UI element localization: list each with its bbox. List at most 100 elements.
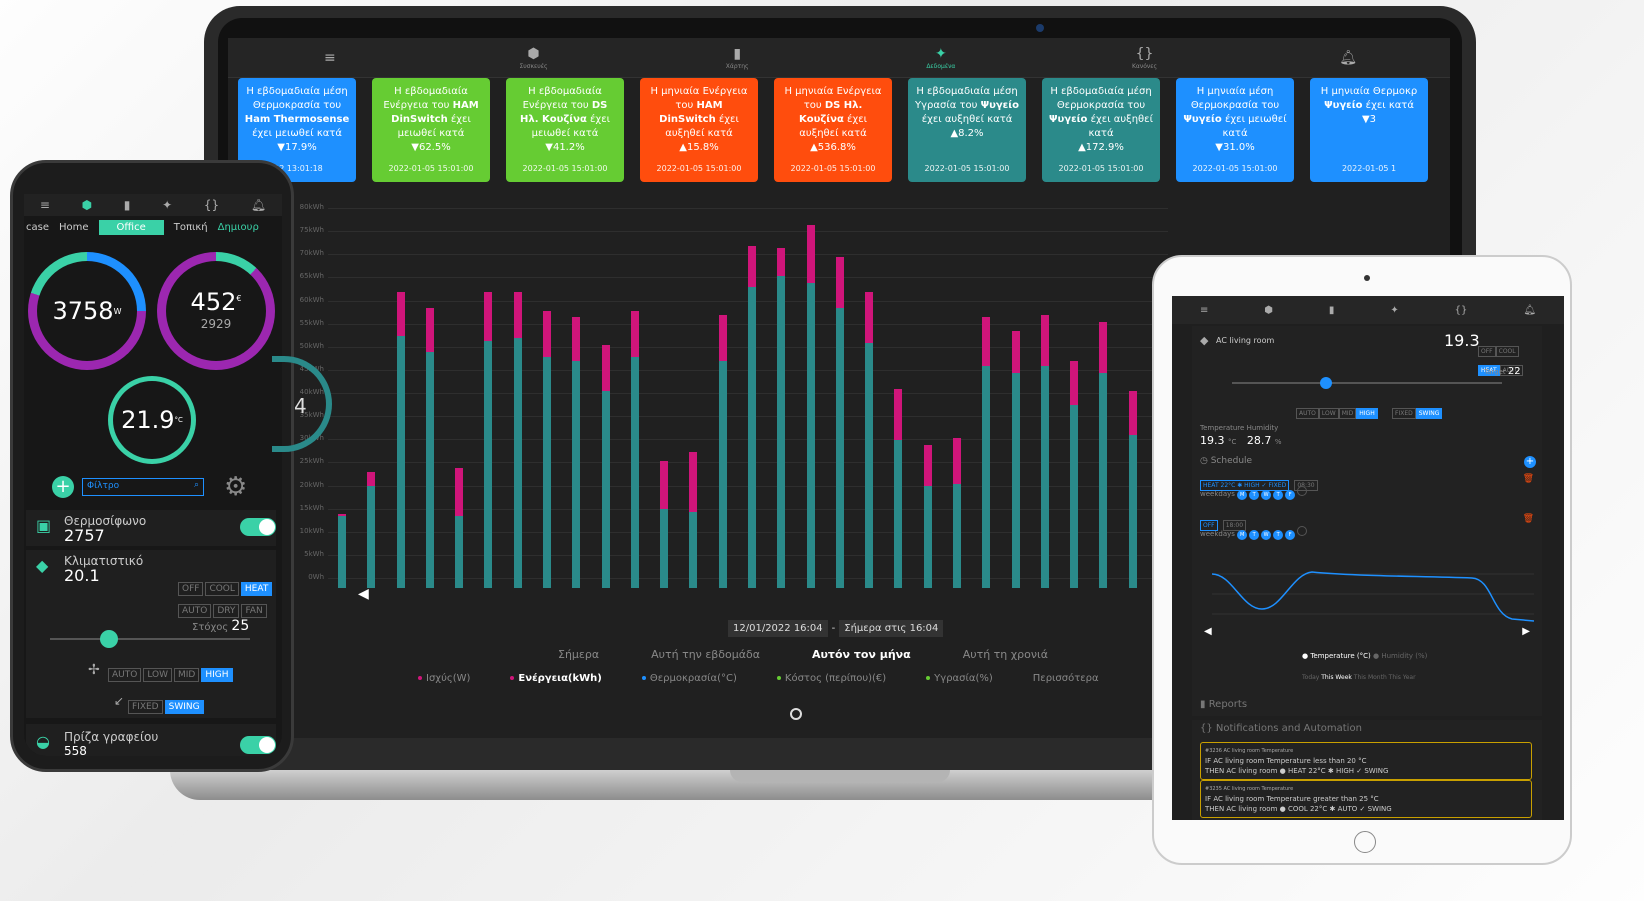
mode-button-dry[interactable]: DRY	[213, 604, 240, 618]
gear-icon[interactable]: ⚙	[224, 472, 247, 502]
chart-bar[interactable]	[982, 317, 991, 588]
target-slider[interactable]	[50, 630, 250, 648]
mode-button-low[interactable]: LOW	[143, 668, 173, 682]
cube-icon[interactable]: ⬢	[1264, 305, 1273, 316]
map-icon[interactable]: ▮	[1329, 305, 1335, 316]
bell-icon[interactable]: 🔔︎	[1523, 305, 1536, 316]
alert-card[interactable]: Η μηνιαία μέση Θερμοκρασία του Ψυγείο έχ…	[1176, 78, 1294, 182]
alert-card[interactable]: Η εβδομαδιαία Ενέργεια του HAM DinSwitch…	[372, 78, 490, 182]
chart-bar[interactable]	[777, 248, 786, 588]
nav-item-bell[interactable]: 🔔︎	[1246, 38, 1450, 77]
chart-bar[interactable]	[455, 467, 464, 588]
chart-bar[interactable]	[689, 451, 698, 588]
button-cool[interactable]: COOL	[1495, 346, 1519, 357]
date-range[interactable]: 12/01/2022 16:04 - Σήμερα στις 16:04	[728, 620, 944, 637]
legend-item[interactable]: ● Temperature (°C)	[1302, 652, 1373, 660]
chart-bar[interactable]	[1070, 361, 1079, 588]
chart-bar[interactable]	[425, 308, 434, 588]
mode-button-fixed[interactable]: FIXED	[128, 700, 163, 714]
chart-prev-arrow[interactable]: ◀	[358, 586, 369, 602]
chart-bar[interactable]	[396, 292, 405, 588]
nav-item-map[interactable]: ▮ Χάρτης	[635, 38, 839, 77]
data-icon[interactable]: ✦	[1390, 305, 1398, 316]
chart-bar[interactable]	[894, 389, 903, 588]
button-fixed[interactable]: FIXED	[1392, 408, 1416, 419]
legend-item[interactable]: Ενέργεια(kWh)	[510, 673, 602, 684]
mode-button-fan[interactable]: FAN	[241, 604, 267, 618]
device1-toggle[interactable]	[240, 518, 276, 536]
button-mid[interactable]: MID	[1338, 408, 1357, 419]
data-icon[interactable]: ✦	[162, 198, 172, 212]
tablet-home-button[interactable]	[1354, 831, 1376, 853]
chart-bar[interactable]	[953, 437, 961, 588]
rules-icon[interactable]: {}	[204, 198, 219, 212]
nav-item-menu[interactable]: ≡	[228, 38, 432, 77]
chart-bar[interactable]	[572, 317, 581, 588]
chart-bar[interactable]	[806, 224, 815, 588]
cube-icon[interactable]: ⬢	[82, 198, 92, 212]
reports-label[interactable]: Reports	[1209, 699, 1247, 710]
mode-button-off[interactable]: OFF	[178, 582, 204, 596]
button-high[interactable]: HIGH	[1356, 408, 1378, 419]
alert-card[interactable]: Η μηνιαία Ενέργεια του HAM DinSwitch έχε…	[640, 78, 758, 182]
device3-toggle[interactable]	[240, 736, 276, 754]
alert-card[interactable]: Η εβδομαδιαία μέση Υγρασία του Ψυγείο έχ…	[908, 78, 1026, 182]
target-slider-handle[interactable]	[100, 630, 118, 648]
sched2-days[interactable]: weekdays	[1200, 530, 1235, 538]
period-tab[interactable]: This Year	[1389, 674, 1416, 681]
notification-rule[interactable]: #3236 AC living room Temperature IF AC l…	[1200, 742, 1532, 780]
alert-card[interactable]: Η μηνιαία Ενέργεια του DS Ηλ. Κουζίνα έχ…	[774, 78, 892, 182]
period-tab[interactable]: Αυτόν τον μήνα	[812, 648, 911, 661]
chart-bar[interactable]	[484, 292, 493, 588]
sched1-days[interactable]: weekdays	[1200, 490, 1235, 498]
power-button-icon[interactable]	[790, 708, 802, 720]
button-swing[interactable]: SWING	[1415, 408, 1443, 419]
legend-item[interactable]: ● Humidity (%)	[1373, 652, 1427, 660]
legend-item[interactable]: Περισσότερα	[1033, 673, 1099, 684]
device-row-plug[interactable]: ◒ Πρίζα γραφείου 558	[26, 724, 276, 756]
bell-icon[interactable]: 🔔︎	[251, 198, 266, 212]
phone-tab[interactable]: Office	[98, 219, 164, 235]
legend-item[interactable]: Υγρασία(%)	[926, 673, 993, 684]
menu-icon[interactable]: ≡	[40, 198, 50, 212]
mode-button-swing[interactable]: SWING	[164, 700, 204, 714]
chart-prev-arrow[interactable]: ◀	[1204, 626, 1212, 637]
add-icon[interactable]: +	[52, 476, 74, 498]
chart-bar[interactable]	[1128, 391, 1137, 588]
mode-button-heat[interactable]: HEAT	[240, 582, 273, 596]
button-off[interactable]: OFF	[1478, 346, 1496, 357]
device-row-ac[interactable]: ◆ Κλιματιστικό 20.1 OFF COOL HEAT AUTO DRY F…	[26, 550, 276, 718]
phone-tab[interactable]: Τοπική	[174, 222, 208, 233]
phone-tab[interactable]: Δημιουρ	[218, 222, 259, 233]
alert-card[interactable]: Η εβδομαδιαία Ενέργεια του DS Ηλ. Κουζίν…	[506, 78, 624, 182]
date-end[interactable]: Σήμερα στις 16:04	[839, 620, 944, 637]
period-tab[interactable]: This Month	[1354, 674, 1389, 681]
chart-bar[interactable]	[1099, 322, 1108, 588]
period-tab[interactable]: Σήμερα	[558, 648, 599, 661]
reports-section[interactable]: ▮ Reports	[1192, 696, 1542, 716]
chart-bar[interactable]	[748, 245, 756, 588]
nav-item-data[interactable]: ✦ Δεδομένα	[839, 38, 1043, 77]
alert-card[interactable]: Η μηνιαία Θερμοκρ Ψυγείο έχει κατά ▼3 202…	[1310, 78, 1428, 182]
chart-bar[interactable]	[835, 257, 844, 588]
chart-bar[interactable]	[543, 310, 551, 588]
mode-button-mid[interactable]: MID	[174, 668, 200, 682]
chart-bar[interactable]	[1011, 331, 1020, 588]
chart-bar[interactable]	[338, 514, 346, 588]
mode-button-auto[interactable]: AUTO	[108, 668, 142, 682]
search-input[interactable]: Φίλτρο ⌕	[82, 478, 204, 496]
trash-icon[interactable]: 🗑︎	[1523, 514, 1534, 524]
date-start[interactable]: 12/01/2022 16:04	[728, 620, 828, 637]
chart-bar[interactable]	[660, 460, 669, 588]
chart-bar[interactable]	[630, 310, 639, 588]
mode-button-auto[interactable]: AUTO	[178, 604, 212, 618]
menu-icon[interactable]: ≡	[1200, 305, 1208, 316]
legend-item[interactable]: Ισχύς(W)	[418, 673, 470, 684]
period-tab[interactable]: Αυτή τη χρονιά	[963, 648, 1048, 661]
search-icon[interactable]: ⌕	[194, 480, 199, 490]
target-slider-handle[interactable]	[1320, 377, 1332, 389]
phone-tab[interactable]: Home	[59, 222, 89, 233]
chart-bar[interactable]	[1040, 315, 1049, 588]
button-low[interactable]: LOW	[1318, 408, 1339, 419]
mode-button-high[interactable]: HIGH	[201, 668, 233, 682]
